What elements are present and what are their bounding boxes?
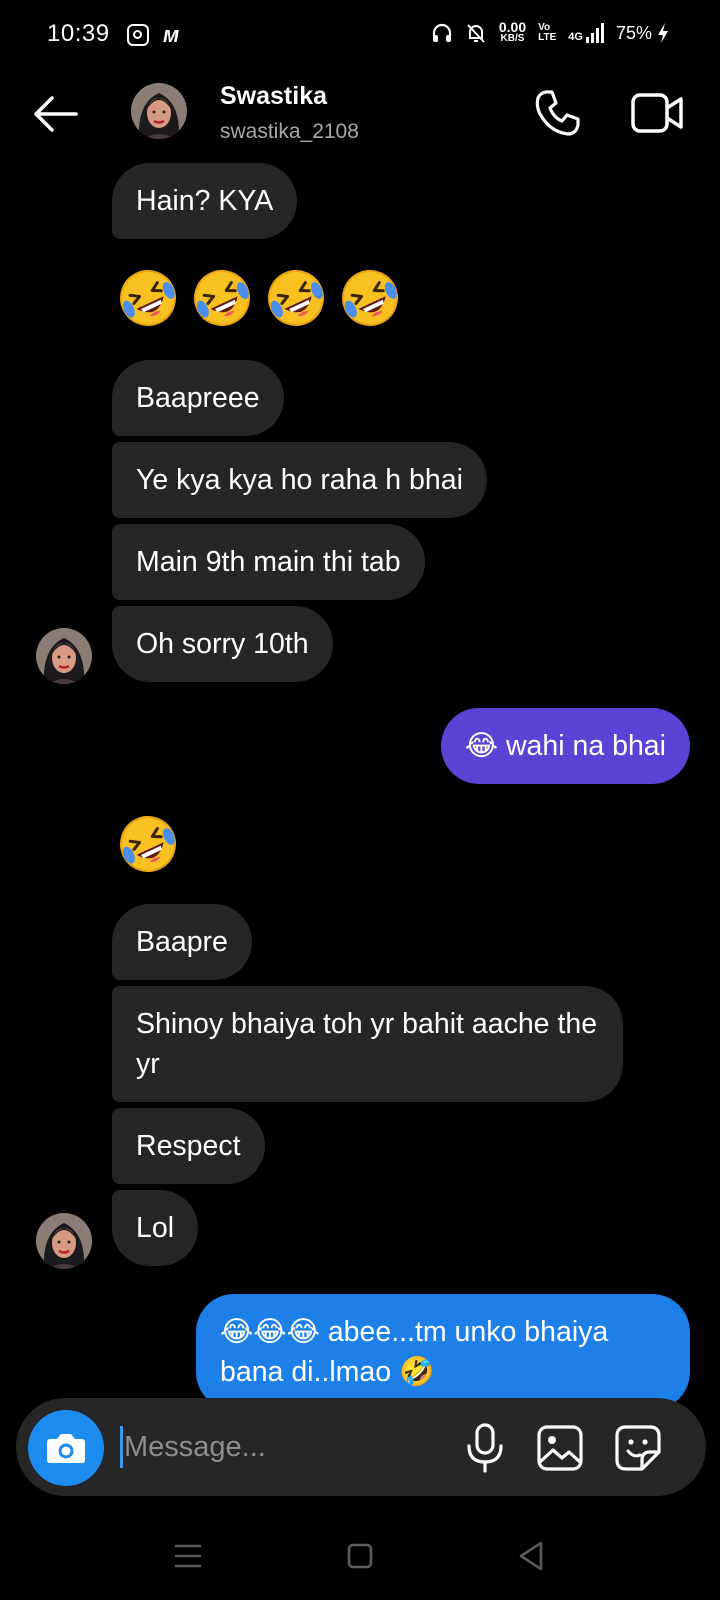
- bell-muted-icon: [467, 24, 485, 43]
- message-bubble-incoming[interactable]: Main 9th main thi tab: [112, 524, 425, 600]
- menu-icon: [174, 1544, 202, 1568]
- sticker-button[interactable]: [612, 1422, 664, 1474]
- headphones-icon: [432, 23, 451, 42]
- rofl-emoji-icon: [264, 266, 328, 330]
- back-icon: [519, 1541, 543, 1571]
- sticker-icon: [615, 1425, 661, 1471]
- chat-header: Swastika swastika_2108: [0, 70, 720, 160]
- message-input[interactable]: [124, 1420, 444, 1474]
- battery-level: 75%: [615, 22, 652, 43]
- contact-username[interactable]: swastika_2108: [220, 120, 359, 144]
- instagram-notification-icon: [127, 24, 149, 46]
- message-bubble-incoming[interactable]: Ye kya kya ho raha h bhai: [112, 442, 487, 518]
- back-button[interactable]: [30, 92, 80, 136]
- volte-indicator: Vo LTE: [538, 22, 557, 43]
- system-back-button[interactable]: [512, 1538, 552, 1574]
- rofl-emoji-icon: [338, 266, 402, 330]
- message-bubble-outgoing[interactable]: 😂😂😂 abee...tm unko bhaiya bana di..lmao …: [196, 1294, 690, 1410]
- net-speed: 0.00 KB/S: [498, 19, 527, 44]
- signal-icon: 4G: [568, 23, 604, 43]
- message-composer: [16, 1398, 706, 1496]
- message-bubble-incoming[interactable]: Oh sorry 10th: [112, 606, 333, 682]
- sender-avatar[interactable]: [36, 628, 92, 684]
- rofl-emoji-icon: [116, 812, 180, 876]
- message-bubble-incoming[interactable]: Baapreee: [112, 360, 284, 436]
- system-nav-bar: [0, 1510, 720, 1600]
- rofl-emoji-icon: [116, 266, 180, 330]
- camera-icon: [47, 1434, 85, 1463]
- gallery-icon: [537, 1425, 583, 1471]
- gallery-button[interactable]: [534, 1422, 586, 1474]
- status-time: 10:39: [47, 20, 110, 47]
- message-bubble-outgoing[interactable]: 😂 wahi na bhai: [440, 708, 690, 784]
- home-icon: [347, 1543, 373, 1569]
- phone-icon: [535, 90, 580, 136]
- charging-icon: [658, 23, 668, 43]
- camera-button[interactable]: [28, 1410, 104, 1486]
- microphone-icon: [467, 1423, 503, 1473]
- sender-avatar[interactable]: [36, 1213, 92, 1269]
- back-arrow-icon: [34, 96, 78, 132]
- message-bubble-incoming[interactable]: Shinoy bhaiya toh yr bahit aache the yr: [112, 986, 623, 1102]
- voice-message-button[interactable]: [460, 1422, 510, 1474]
- message-bubble-incoming[interactable]: Lol: [112, 1190, 199, 1266]
- m-notification-icon: м: [163, 22, 180, 47]
- text-cursor: [120, 1426, 123, 1468]
- emoji-message[interactable]: 🤣🤣🤣🤣: [116, 266, 402, 330]
- message-bubble-incoming[interactable]: Respect: [112, 1108, 265, 1184]
- home-button[interactable]: [340, 1538, 380, 1574]
- status-icons: 0.00 KB/S Vo LTE 4G 75%: [431, 19, 670, 44]
- message-bubble-incoming[interactable]: Baapre: [112, 904, 252, 980]
- video-call-button[interactable]: [630, 90, 685, 136]
- audio-call-button[interactable]: [532, 88, 582, 138]
- message-bubble-incoming[interactable]: Hain? KYA: [112, 163, 298, 239]
- contact-name[interactable]: Swastika: [220, 82, 327, 111]
- status-bar: 10:39 м 0.00 KB/S Vo LTE 4G 75%: [0, 0, 720, 70]
- video-camera-icon: [631, 93, 683, 133]
- rofl-emoji-icon: [190, 266, 254, 330]
- contact-avatar[interactable]: [131, 83, 187, 139]
- recent-apps-button[interactable]: [168, 1538, 208, 1574]
- emoji-message[interactable]: 🤣: [116, 812, 180, 876]
